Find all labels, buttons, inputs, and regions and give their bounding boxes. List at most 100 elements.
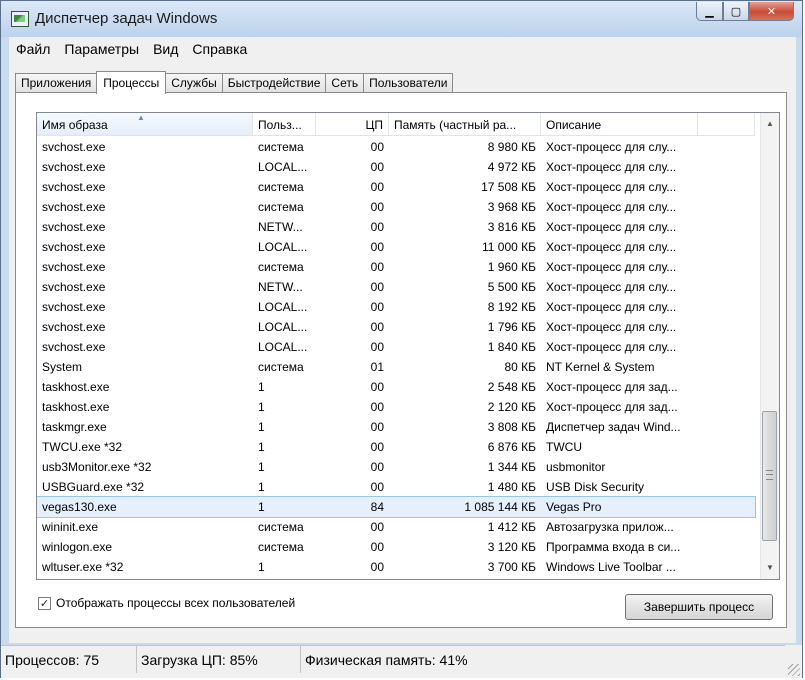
table-row[interactable]: svchost.exe LOCAL... 00 4 972 КБ Хост-процес… <box>37 157 755 177</box>
cell-image-name: svchost.exe <box>42 340 106 354</box>
cell-user: LOCAL... <box>258 320 308 334</box>
cell-user: 1 <box>258 440 265 454</box>
table-row[interactable]: taskhost.exe 1 00 2 120 КБ Хост-процесс для … <box>37 397 755 417</box>
cell-image-name: svchost.exe <box>42 300 106 314</box>
cell-image-name: vegas130.exe <box>42 500 117 514</box>
table-row[interactable]: svchost.exe система 00 8 980 КБ Хост-процесс… <box>37 137 755 157</box>
menu-bar: Файл Параметры Вид Справка <box>9 37 796 61</box>
table-row[interactable]: TWCU.exe *32 1 00 6 876 КБ TWCU <box>37 437 755 457</box>
cell-image-name: svchost.exe <box>42 260 106 274</box>
table-row[interactable]: USBGuard.exe *32 1 00 1 480 КБ USB Disk Secu… <box>37 477 755 497</box>
cell-image-name: TWCU.exe *32 <box>42 440 123 454</box>
show-all-users-option[interactable]: ✓ Отображать процессы всех пользователей <box>38 596 295 610</box>
close-icon: ✕ <box>766 5 777 18</box>
cell-image-name: svchost.exe <box>42 240 106 254</box>
table-row[interactable]: svchost.exe LOCAL... 00 8 192 КБ Хост-процес… <box>37 297 755 317</box>
cell-image-name: winlogon.exe <box>42 540 113 554</box>
cell-memory: 3 968 КБ <box>487 200 536 214</box>
column-header-filler <box>698 113 755 136</box>
cell-cpu: 00 <box>370 160 384 174</box>
table-row[interactable]: svchost.exe NETW... 00 3 816 КБ Хост-процесс… <box>37 217 755 237</box>
end-process-button[interactable]: Завершить процесс <box>625 594 773 620</box>
scroll-down-icon[interactable]: ▼ <box>761 559 779 577</box>
cell-description: NT Kernel & System <box>546 360 655 374</box>
table-row[interactable]: svchost.exe LOCAL... 00 1 796 КБ Хост-процес… <box>37 317 755 337</box>
column-description-label: Описание <box>546 118 602 132</box>
tab-applications[interactable]: Приложения <box>15 73 98 93</box>
cell-user: система <box>258 360 304 374</box>
scroll-up-icon[interactable]: ▲ <box>761 115 779 133</box>
column-user-label: Польз... <box>258 118 302 132</box>
cell-description: Хост-процесс для слу... <box>546 340 677 354</box>
table-row[interactable]: vegas130.exe 1 84 1 085 144 КБ Vegas Pro <box>37 496 756 518</box>
process-list[interactable]: ▲ Имя образа Польз... ЦП Память (частный… <box>36 112 780 580</box>
table-row[interactable]: wltuser.exe *32 1 00 3 700 КБ Windows Live T… <box>37 557 755 577</box>
table-row[interactable]: taskmgr.exe 1 00 3 808 КБ Диспетчер задач Wi… <box>37 417 755 437</box>
cell-image-name: USBGuard.exe *32 <box>42 480 145 494</box>
table-row[interactable]: svchost.exe NETW... 00 5 500 КБ Хост-процесс… <box>37 277 755 297</box>
table-row[interactable]: taskhost.exe 1 00 2 548 КБ Хост-процесс для … <box>37 377 755 397</box>
cell-cpu: 00 <box>370 380 384 394</box>
table-row[interactable]: wininit.exe система 00 1 412 КБ Автозагрузка… <box>37 517 755 537</box>
cell-memory: 2 548 КБ <box>487 380 536 394</box>
vertical-scrollbar[interactable]: ▲ ▼ <box>760 113 779 579</box>
tab-services[interactable]: Службы <box>165 73 223 93</box>
show-all-users-checkbox[interactable]: ✓ <box>38 596 51 610</box>
menu-help[interactable]: Справка <box>185 41 254 57</box>
menu-file[interactable]: Файл <box>9 41 57 57</box>
cell-user: NETW... <box>258 280 303 294</box>
tab-networking[interactable]: Сеть <box>325 73 365 93</box>
cell-description: Хост-процесс для слу... <box>546 280 677 294</box>
cell-image-name: wininit.exe <box>42 520 99 534</box>
cell-cpu: 01 <box>370 360 384 374</box>
status-physical-memory: Физическая память: 41% <box>301 645 785 673</box>
cell-image-name: wltuser.exe *32 <box>42 560 124 574</box>
cell-memory: 17 508 КБ <box>481 180 536 194</box>
column-user[interactable]: Польз... <box>253 113 316 136</box>
column-memory[interactable]: Память (частный ра... <box>389 113 541 136</box>
cell-description: Хост-процесс для слу... <box>546 220 677 234</box>
table-row[interactable]: svchost.exe система 00 3 968 КБ Хост-процесс… <box>37 197 755 217</box>
cell-user: 1 <box>258 480 265 494</box>
table-row[interactable]: svchost.exe система 00 1 960 КБ Хост-процесс… <box>37 257 755 277</box>
cell-cpu: 00 <box>370 240 384 254</box>
column-description[interactable]: Описание <box>541 113 698 136</box>
table-row[interactable]: svchost.exe система 00 17 508 КБ Хост-процес… <box>37 177 755 197</box>
grip-icon <box>766 470 773 480</box>
cell-cpu: 00 <box>370 300 384 314</box>
column-cpu-label: ЦП <box>365 118 383 132</box>
menu-view[interactable]: Вид <box>146 41 185 57</box>
window-title: Диспетчер задач Windows <box>35 10 218 27</box>
resize-grip-icon[interactable] <box>788 664 800 676</box>
table-row[interactable]: svchost.exe LOCAL... 00 11 000 КБ Хост-проце… <box>37 237 755 257</box>
cell-description: Хост-процесс для слу... <box>546 300 677 314</box>
cell-memory: 2 120 КБ <box>487 400 536 414</box>
cell-memory: 5 500 КБ <box>487 280 536 294</box>
table-row[interactable]: svchost.exe LOCAL... 00 1 840 КБ Хост-процес… <box>37 337 755 357</box>
column-image-name[interactable]: ▲ Имя образа <box>37 113 253 136</box>
cell-memory: 3 808 КБ <box>487 420 536 434</box>
table-row[interactable]: winlogon.exe система 00 3 120 КБ Программа в… <box>37 537 755 557</box>
menu-options[interactable]: Параметры <box>57 41 146 57</box>
close-button[interactable]: ✕ <box>749 2 794 21</box>
tab-processes[interactable]: Процессы <box>96 71 167 94</box>
maximize-icon: ▢ <box>730 5 742 18</box>
cell-cpu: 00 <box>370 460 384 474</box>
cell-user: система <box>258 520 304 534</box>
tab-users[interactable]: Пользователи <box>363 73 454 93</box>
minimize-button[interactable]: ▁ <box>696 2 723 21</box>
scroll-thumb[interactable] <box>762 411 777 541</box>
table-row[interactable]: usb3Monitor.exe *32 1 00 1 344 КБ usbmonitor <box>37 457 755 477</box>
column-cpu[interactable]: ЦП <box>316 113 389 136</box>
cell-memory: 8 980 КБ <box>487 140 536 154</box>
cell-image-name: svchost.exe <box>42 160 106 174</box>
cell-description: Хост-процесс для слу... <box>546 160 677 174</box>
maximize-button[interactable]: ▢ <box>723 2 749 21</box>
table-row[interactable]: System система 01 80 КБ NT Kernel & System <box>37 357 755 377</box>
title-bar[interactable]: Диспетчер задач Windows ▁ ▢ ✕ <box>1 1 802 37</box>
cell-cpu: 00 <box>370 280 384 294</box>
tab-performance[interactable]: Быстродействие <box>221 73 327 93</box>
cell-user: 1 <box>258 560 265 574</box>
cell-user: 1 <box>258 460 265 474</box>
cell-user: 1 <box>258 400 265 414</box>
